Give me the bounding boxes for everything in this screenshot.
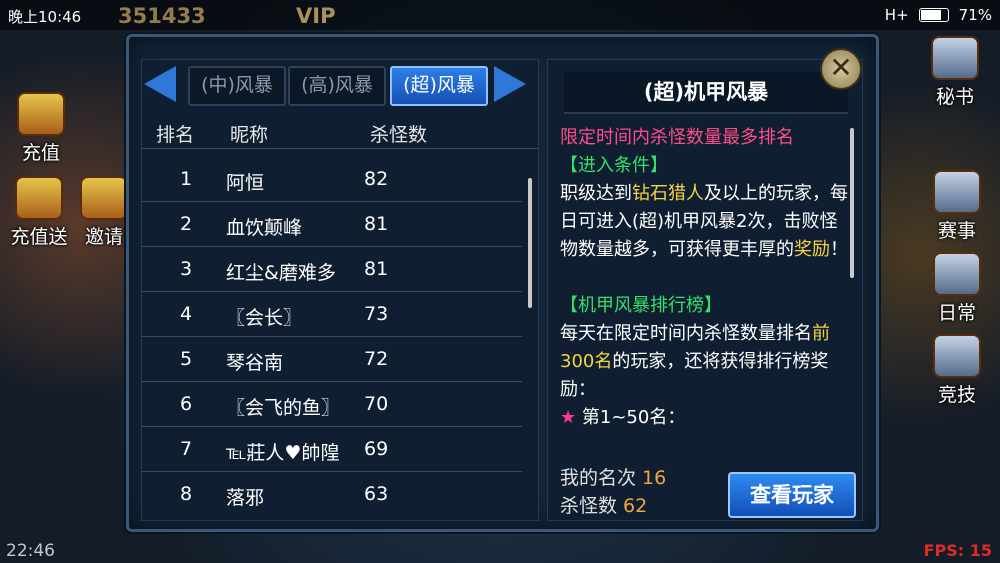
rank-tier: ★ 第1~50名：	[560, 404, 850, 432]
table-row[interactable]: 3 红尘&磨难多 81	[142, 246, 522, 292]
row-kills: 69	[364, 438, 389, 460]
reward-highlight: 奖励	[794, 239, 830, 260]
battery-icon	[918, 8, 949, 22]
header-rank: 排名	[156, 124, 195, 146]
network-indicator: H+	[884, 6, 909, 24]
rank-paragraph: 每天在限定时间内杀怪数量排名前300名的玩家，还将获得排行榜奖励：	[560, 320, 850, 404]
tab-mid-storm[interactable]: (中)风暴	[188, 66, 286, 106]
crossed-swords-icon	[933, 170, 981, 214]
status-time: 晚上10:46	[8, 8, 82, 26]
list-scrollbar[interactable]	[528, 178, 532, 308]
row-kills: 73	[364, 303, 389, 325]
tab-super-storm[interactable]: (超)风暴	[390, 66, 488, 106]
fps-counter: FPS: 15	[923, 541, 992, 560]
recharge-label: 充值	[21, 142, 60, 164]
table-row[interactable]: 2 血饮颠峰 81	[142, 201, 522, 247]
ranking-list-panel: (中)风暴 (高)风暴 (超)风暴 排名 昵称 杀怪数 1 阿恒 82 2 血饮…	[141, 59, 539, 521]
row-rank: 6	[180, 393, 193, 415]
row-rank: 8	[180, 483, 193, 505]
row-kills: 63	[364, 483, 389, 505]
invite-button[interactable]: 邀请	[80, 176, 128, 249]
row-rank: 2	[180, 213, 193, 235]
recharge-bonus-button[interactable]: 充值送	[4, 176, 74, 249]
events-button[interactable]: 赛事	[922, 170, 992, 243]
row-rank: 5	[180, 348, 193, 370]
row-name: 红尘&磨难多	[226, 262, 336, 284]
battery-level: 71%	[958, 6, 992, 24]
secretary-button[interactable]: 秘书	[920, 36, 990, 109]
details-panel: (超)机甲风暴 限定时间内杀怪数量最多排名 【进入条件】 职级达到钻石猎人及以上…	[547, 59, 863, 521]
entry-paragraph: 职级达到钻石猎人及以上的玩家，每日可进入(超)机甲风暴2次，击败怪物数量越多，可…	[560, 180, 850, 264]
row-name: 血饮颠峰	[226, 217, 303, 239]
book-icon	[933, 252, 981, 296]
view-player-button[interactable]: 查看玩家	[728, 472, 856, 518]
table-header: 排名 昵称 杀怪数	[142, 120, 538, 149]
secretary-label: 秘书	[935, 86, 974, 108]
row-name: 落邪	[226, 487, 265, 509]
rank-text: 每天在限定时间内杀怪数量排名	[560, 323, 812, 344]
table-row[interactable]: 7 ℡莊人♥帥隍 69	[142, 426, 522, 472]
row-kills: 82	[364, 168, 389, 190]
daily-label: 日常	[937, 302, 976, 324]
next-arrow-icon[interactable]	[494, 66, 526, 102]
vs-icon	[933, 334, 981, 378]
table-row[interactable]: 4 〖会长〗 73	[142, 291, 522, 337]
bottom-clock: 22:46	[6, 541, 55, 561]
row-rank: 7	[180, 438, 193, 460]
ranking-dialog: (中)风暴 (高)风暴 (超)风暴 排名 昵称 杀怪数 1 阿恒 82 2 血饮…	[126, 34, 879, 532]
recharge-button[interactable]: 充值	[6, 92, 76, 165]
entry-text: ！	[830, 239, 848, 260]
table-row[interactable]: 5 琴谷南 72	[142, 336, 522, 382]
details-description[interactable]: 限定时间内杀怪数量最多排名 【进入条件】 职级达到钻石猎人及以上的玩家，每日可进…	[560, 124, 850, 432]
daily-button[interactable]: 日常	[922, 252, 992, 325]
header-kills: 杀怪数	[370, 124, 428, 146]
gift-box-icon	[15, 176, 63, 220]
table-row[interactable]: 1 阿恒 82	[142, 156, 522, 202]
entry-heading: 【进入条件】	[560, 155, 668, 176]
entry-text: 职级达到	[560, 183, 632, 204]
row-kills: 81	[364, 258, 389, 280]
star-icon: ★	[560, 407, 577, 428]
events-label: 赛事	[937, 220, 976, 242]
row-name: ℡莊人♥帥隍	[226, 442, 340, 464]
details-scrollbar[interactable]	[850, 128, 854, 278]
table-row[interactable]: 8 落邪 63	[142, 471, 522, 511]
prev-arrow-icon[interactable]	[144, 66, 176, 102]
rank-tier-label: 第1~50名：	[581, 407, 686, 428]
my-rank-value: 16	[642, 467, 667, 489]
table-row[interactable]: 6 〖会飞的鱼〗 70	[142, 381, 522, 427]
row-name: 〖会长〗	[226, 307, 303, 329]
gift-icon	[17, 92, 65, 136]
close-icon[interactable]: ✕	[820, 48, 862, 90]
row-rank: 1	[180, 168, 193, 190]
row-kills: 81	[364, 213, 389, 235]
row-kills: 72	[364, 348, 389, 370]
arena-label: 竞技	[937, 384, 976, 406]
details-title: (超)机甲风暴	[564, 72, 848, 114]
row-name: 〖会飞的鱼〗	[226, 397, 341, 419]
recharge-bonus-label: 充值送	[10, 226, 68, 248]
row-kills: 70	[364, 393, 389, 415]
details-subtitle: 限定时间内杀怪数量最多排名	[560, 127, 794, 148]
row-name: 琴谷南	[226, 352, 284, 374]
secretary-icon	[931, 36, 979, 80]
my-kills-label: 杀怪数	[560, 495, 618, 517]
invite-label: 邀请	[84, 226, 123, 248]
my-stats: 我的名次 16 杀怪数 62	[560, 464, 666, 520]
arena-button[interactable]: 竞技	[922, 334, 992, 407]
row-name: 阿恒	[226, 172, 265, 194]
row-rank: 4	[180, 303, 193, 325]
vip-badge[interactable]: VIP	[296, 4, 335, 28]
rank-heading: 【机甲风暴排行榜】	[560, 295, 722, 316]
rank-requirement: 钻石猎人	[632, 183, 704, 204]
my-rank-label: 我的名次	[560, 467, 637, 489]
coin-counter: 351433	[118, 4, 206, 28]
my-kills-value: 62	[623, 495, 648, 517]
row-rank: 3	[180, 258, 193, 280]
tab-high-storm[interactable]: (高)风暴	[288, 66, 386, 106]
invite-icon	[80, 176, 128, 220]
header-name: 昵称	[230, 124, 269, 146]
